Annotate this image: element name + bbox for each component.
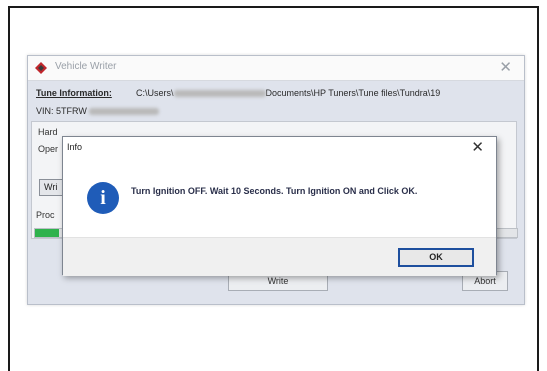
- vin-label: VIN: 5TFRW: [36, 106, 159, 116]
- tune-file-path: C:\Users\ Documents\HP Tuners\Tune files\…: [136, 88, 440, 98]
- tune-path-suffix: Documents\HP Tuners\Tune files\Tundra\19: [265, 88, 441, 98]
- vehicle-writer-title: Vehicle Writer: [55, 61, 117, 72]
- info-dialog: Info ✕ i Turn Ignition OFF. Wait 10 Seco…: [62, 136, 497, 276]
- tune-path-prefix: C:\Users\: [136, 88, 174, 98]
- close-icon[interactable]: ✕: [471, 138, 484, 156]
- info-dialog-title: Info: [67, 142, 83, 152]
- redacted-vin: [88, 108, 159, 116]
- close-icon[interactable]: ✕: [499, 58, 512, 76]
- hardware-label: Hard: [38, 127, 58, 137]
- info-message: Turn Ignition OFF. Wait 10 Seconds. Turn…: [131, 186, 418, 196]
- process-label: Proc: [36, 210, 55, 220]
- info-dialog-titlebar: Info ✕: [63, 137, 496, 157]
- info-icon: i: [87, 182, 119, 214]
- ok-button[interactable]: OK: [398, 248, 474, 267]
- progress-fill: [35, 229, 60, 237]
- tune-information-label: Tune Information:: [36, 88, 112, 98]
- operation-label: Oper: [38, 144, 59, 154]
- vehicle-writer-titlebar: Vehicle Writer ✕: [28, 56, 524, 81]
- info-dialog-footer: OK: [63, 237, 496, 276]
- hp-tuners-logo-icon: [35, 62, 47, 74]
- redacted-username: [173, 90, 266, 98]
- info-dialog-body: i Turn Ignition OFF. Wait 10 Seconds. Tu…: [63, 157, 496, 237]
